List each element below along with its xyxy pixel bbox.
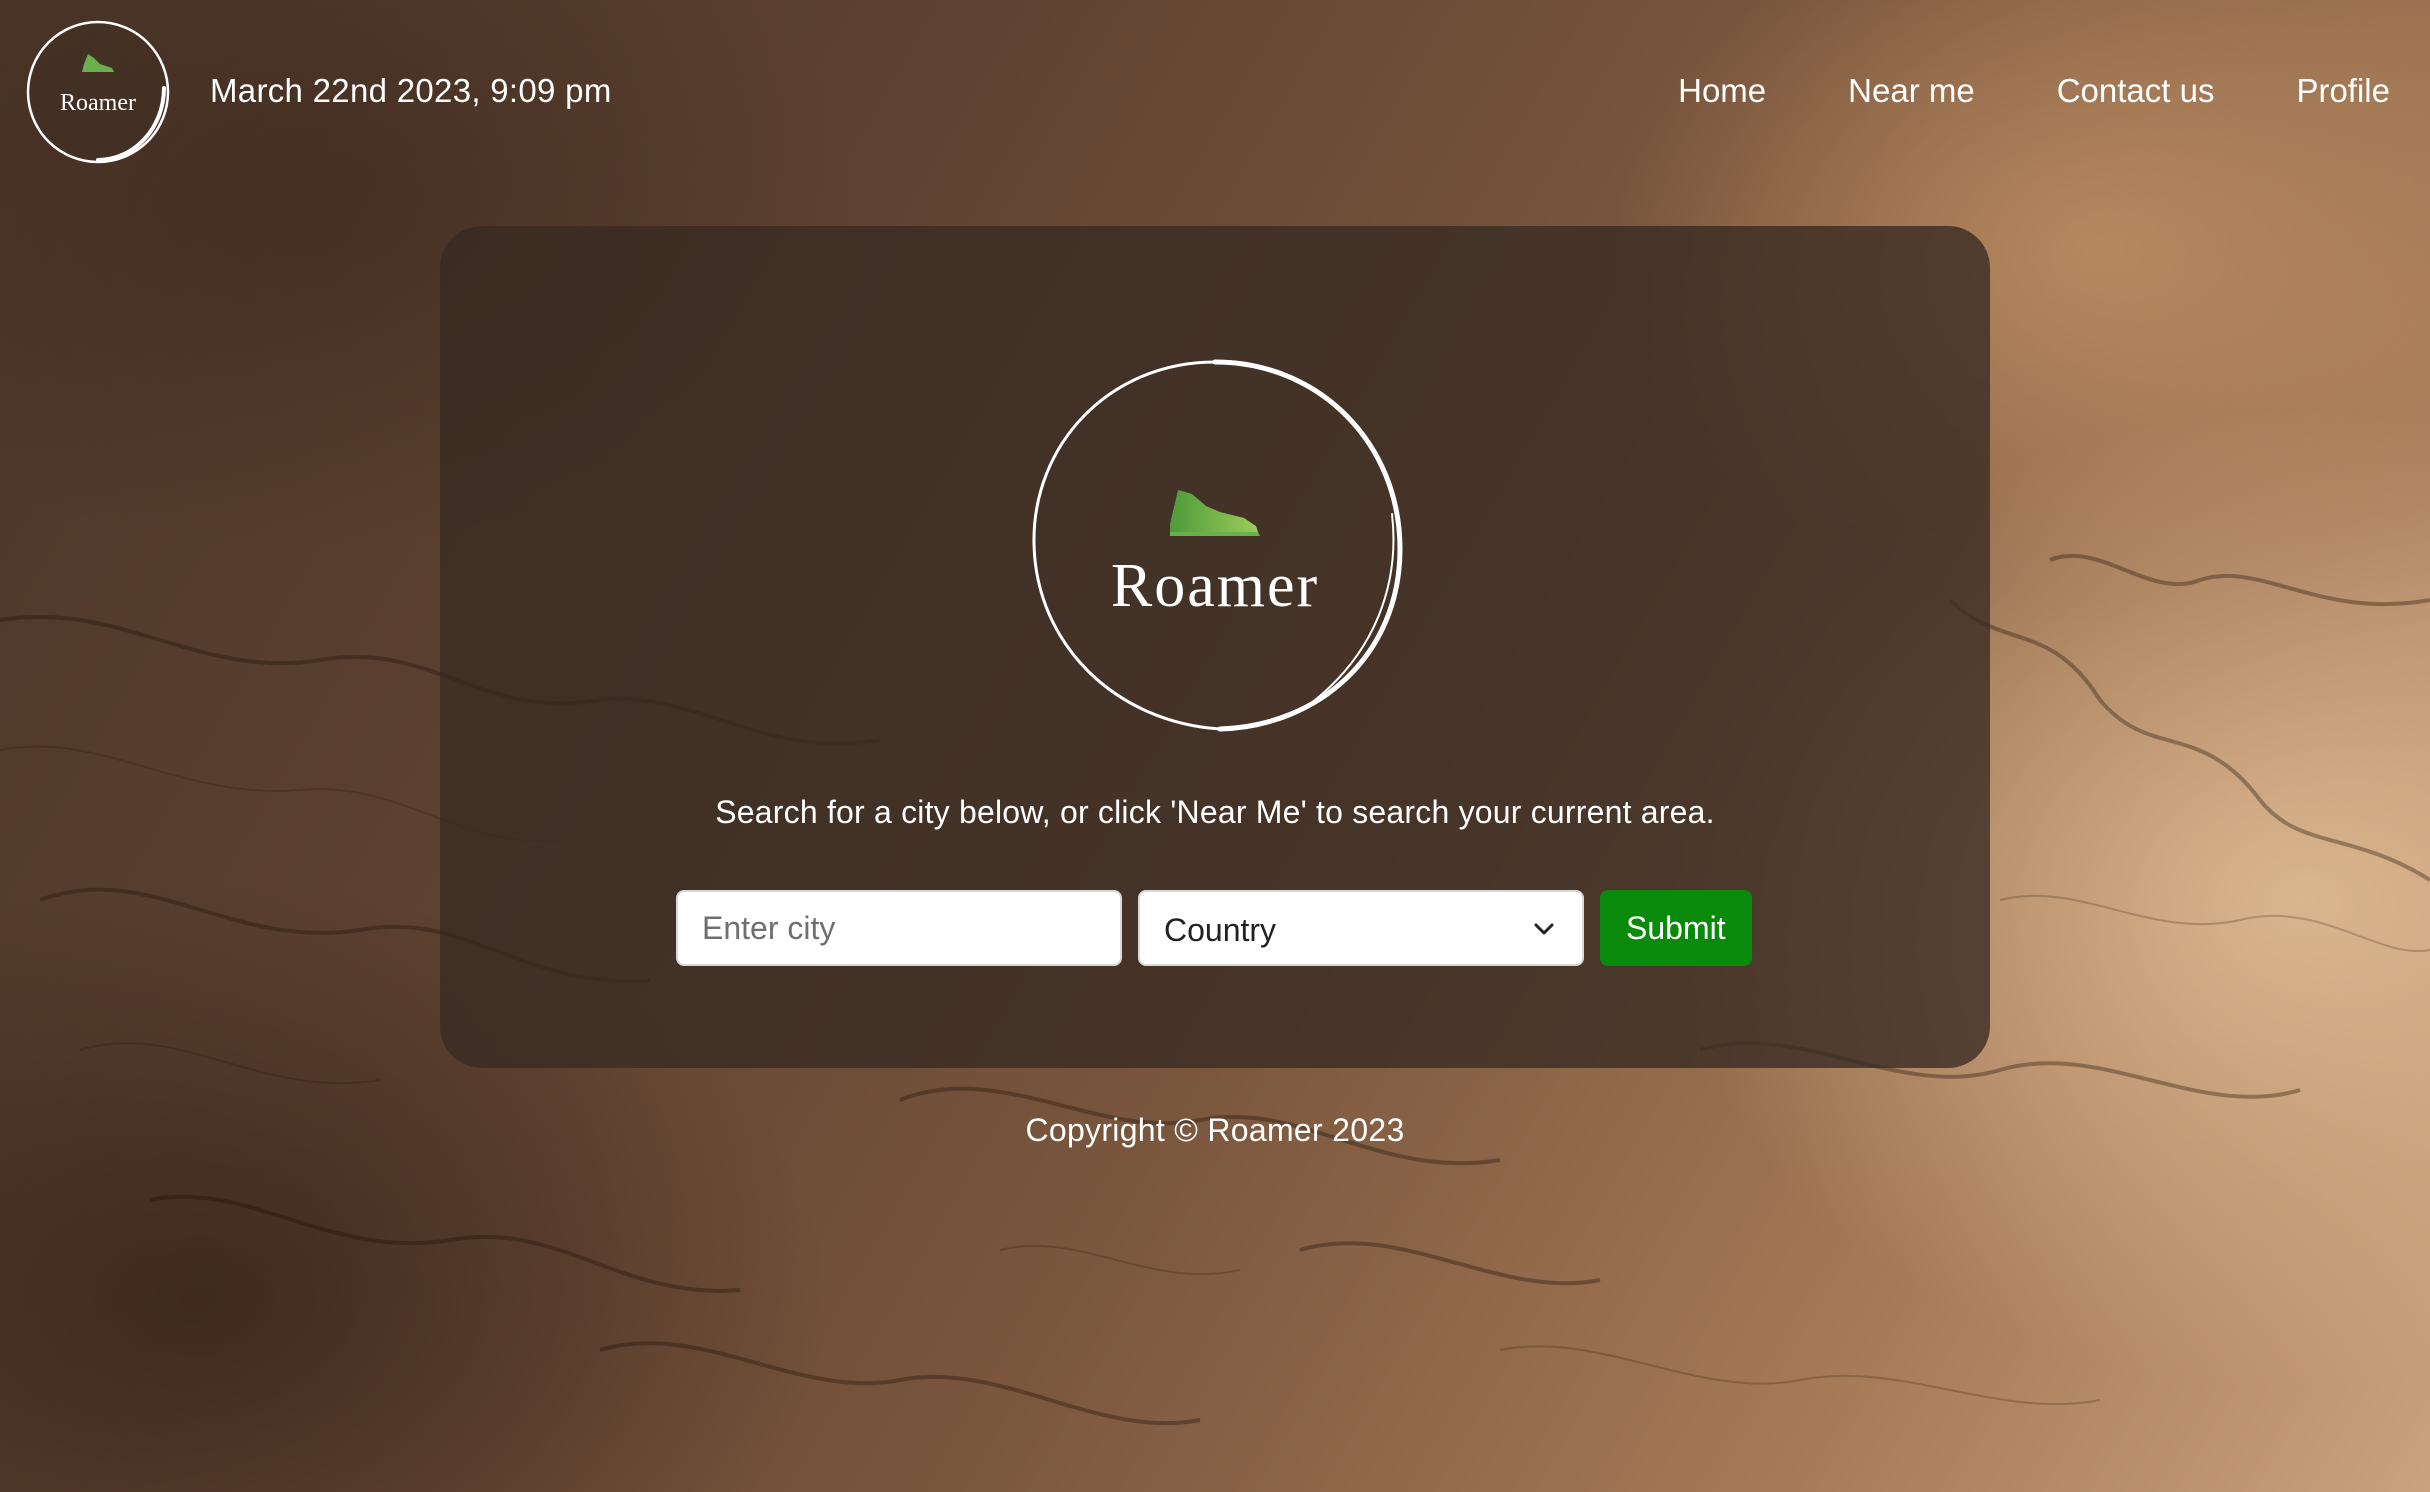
header-logo[interactable]: Roamer: [24, 18, 172, 166]
city-input[interactable]: [676, 890, 1122, 966]
search-instructions: Search for a city below, or click 'Near …: [715, 794, 1715, 830]
nav-contact-us-link[interactable]: Contact us: [2057, 72, 2215, 110]
submit-button[interactable]: Submit: [1600, 890, 1752, 966]
country-select-value: Country: [1164, 912, 1277, 948]
nav-near-me-link[interactable]: Near me: [1848, 72, 1975, 110]
chevron-down-icon: [1534, 923, 1554, 935]
top-header: Roamer March 22nd 2023, 9:09 pm Home Nea…: [0, 0, 2430, 190]
card-logo-text: Roamer: [1111, 552, 1319, 620]
sneaker-circle-logo-icon: Roamer: [1032, 359, 1403, 732]
current-date: March 22nd 2023, 9:09 pm: [210, 72, 612, 109]
search-card: Roamer Search for a city below, or click…: [440, 226, 1990, 1068]
copyright-text: Copyright © Roamer 2023: [1025, 1112, 1405, 1148]
search-form: Country Submit: [676, 890, 1752, 966]
nav-home-link[interactable]: Home: [1678, 72, 1766, 110]
country-select[interactable]: Country: [1138, 890, 1584, 966]
header-logo-text: Roamer: [60, 90, 136, 116]
footer: Copyright © Roamer 2023: [0, 1112, 2430, 1149]
main-nav: Home Near me Contact us Profile: [1636, 72, 2430, 110]
nav-profile-link[interactable]: Profile: [2296, 72, 2390, 110]
card-logo: Roamer: [1020, 354, 1410, 744]
sneaker-logo-icon: Roamer: [26, 20, 170, 164]
